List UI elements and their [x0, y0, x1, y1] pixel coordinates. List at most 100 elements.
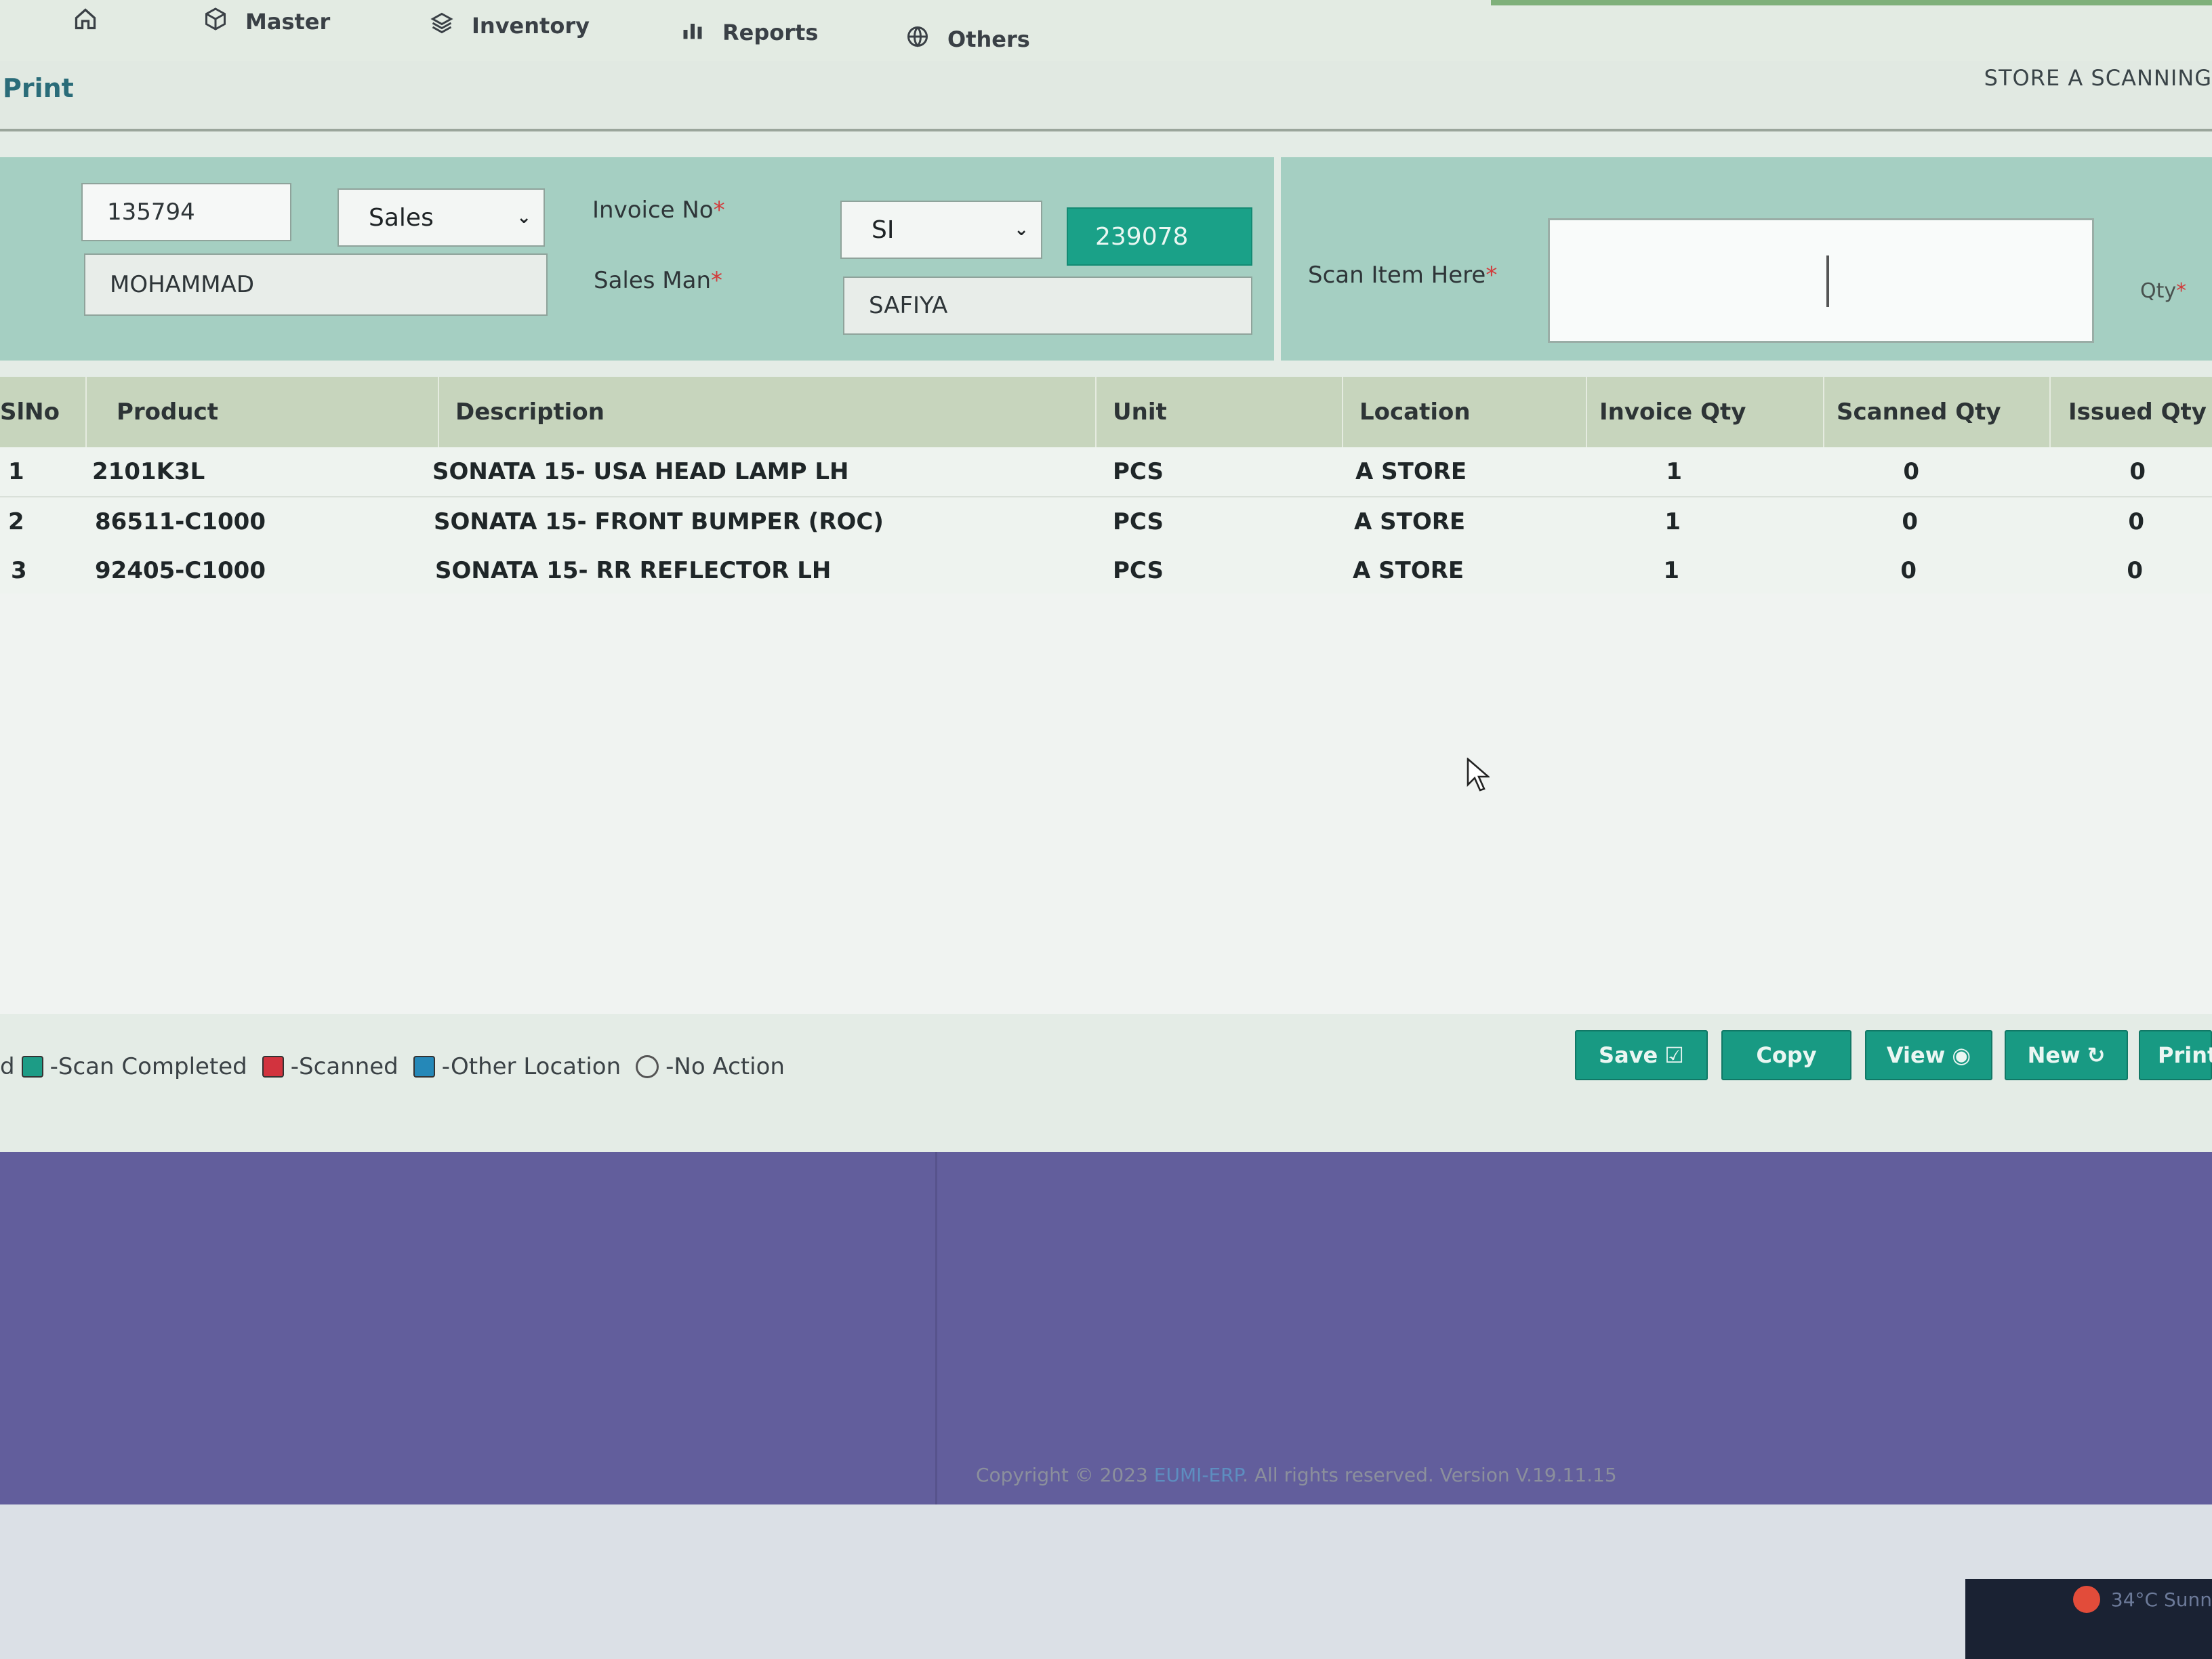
- invoice-no-label: Invoice No*: [592, 197, 725, 224]
- scan-item-label-text: Scan Item Here: [1308, 262, 1486, 289]
- refresh-icon: ↻: [2087, 1042, 2106, 1068]
- chevron-down-icon: ⌄: [516, 207, 531, 228]
- cell-slno: 1: [8, 458, 24, 485]
- cell-description: SONATA 15- RR REFLECTOR LH: [435, 557, 832, 584]
- legend-swatch-scan-completed: [21, 1056, 43, 1078]
- desktop-area: [0, 1504, 2212, 1659]
- cell-unit: PCS: [1113, 557, 1164, 584]
- save-button-label: Save: [1599, 1042, 1658, 1068]
- salesman-input[interactable]: SAFIYA: [843, 276, 1252, 335]
- cell-location: A STORE: [1354, 508, 1466, 535]
- view-button[interactable]: View ◉: [1865, 1030, 1992, 1080]
- cell-issued-qty: 0: [2127, 557, 2143, 584]
- layers-icon: [430, 11, 454, 41]
- cell-location: A STORE: [1353, 557, 1465, 584]
- col-description[interactable]: Description: [439, 377, 1097, 447]
- status-legend: d -Scan Completed -Scanned -Other Locati…: [0, 1053, 785, 1080]
- legend-label-other-location: -Other Location: [441, 1053, 621, 1080]
- footer-band: [0, 1152, 2212, 1504]
- legend-label-scan-completed: -Scan Completed: [49, 1053, 247, 1080]
- cell-description: SONATA 15- USA HEAD LAMP LH: [432, 458, 849, 485]
- nav-home[interactable]: [73, 7, 98, 37]
- customer-name-input[interactable]: MOHAMMAD: [84, 253, 548, 316]
- nav-reports[interactable]: Reports: [680, 18, 818, 47]
- cube-icon: [203, 7, 228, 37]
- nav-inventory[interactable]: Inventory: [430, 11, 590, 41]
- print-button-label: Print: [2158, 1042, 2212, 1068]
- chevron-down-icon: ⌄: [1014, 220, 1029, 240]
- required-mark: *: [711, 267, 723, 294]
- qty-label: Qty*: [2140, 279, 2186, 303]
- nav-master[interactable]: Master: [203, 7, 330, 37]
- required-mark: *: [713, 197, 725, 224]
- print-button[interactable]: Print: [2139, 1030, 2212, 1080]
- cell-unit: PCS: [1113, 508, 1164, 535]
- check-square-icon: ☑: [1664, 1042, 1684, 1068]
- nav-others-label: Others: [947, 26, 1030, 52]
- col-invoice-qty[interactable]: Invoice Qty: [1587, 377, 1824, 447]
- required-mark: *: [2176, 279, 2187, 303]
- required-mark: *: [1486, 262, 1498, 289]
- cell-invoice-qty: 1: [1663, 557, 1679, 584]
- text-caret: [1826, 255, 1829, 307]
- legend-lead-text: d: [0, 1053, 15, 1080]
- nav-inventory-label: Inventory: [472, 13, 590, 39]
- weather-widget[interactable]: 34°C Sunn: [2072, 1586, 2212, 1613]
- copyright-text: Copyright © 2023 EUMI-ERP. All rights re…: [976, 1464, 1617, 1486]
- cell-product: 2101K3L: [92, 458, 205, 485]
- salesman-label: Sales Man*: [594, 267, 722, 294]
- copyright-suffix: . All rights reserved. Version V.19.11.1…: [1242, 1464, 1617, 1486]
- copyright-prefix: Copyright © 2023: [976, 1464, 1148, 1486]
- new-button[interactable]: New ↻: [2005, 1030, 2128, 1080]
- legend-swatch-scanned: [262, 1056, 284, 1078]
- toolbar: Print STORE A SCANNING: [0, 61, 2212, 131]
- footer-divider: [935, 1152, 937, 1504]
- col-location[interactable]: Location: [1343, 377, 1587, 447]
- save-button[interactable]: Save ☑: [1575, 1030, 1708, 1080]
- invoice-no-label-text: Invoice No: [592, 197, 714, 224]
- top-navigation: Master Inventory Reports Others: [0, 0, 2212, 63]
- invoice-prefix-value: SI: [872, 216, 895, 244]
- legend-label-no-action: -No Action: [665, 1053, 785, 1080]
- print-link[interactable]: Print: [3, 73, 74, 103]
- cell-description: SONATA 15- FRONT BUMPER (ROC): [434, 508, 884, 535]
- cell-slno: 3: [11, 557, 27, 584]
- table-row[interactable]: 1 2101K3L SONATA 15- USA HEAD LAMP LH PC…: [0, 447, 2212, 497]
- scan-item-label: Scan Item Here*: [1308, 262, 1497, 289]
- legend-swatch-no-action: [636, 1055, 659, 1078]
- scan-item-input[interactable]: [1548, 218, 2094, 343]
- copy-button[interactable]: Copy: [1721, 1030, 1851, 1080]
- col-slno[interactable]: SlNo: [0, 377, 87, 447]
- invoice-number-field[interactable]: 239078: [1067, 207, 1252, 266]
- cell-invoice-qty: 1: [1666, 458, 1682, 485]
- cell-product: 92405-C1000: [95, 557, 266, 584]
- table-row[interactable]: 2 86511-C1000 SONATA 15- FRONT BUMPER (R…: [0, 497, 2212, 548]
- customer-code-input[interactable]: 135794: [81, 183, 291, 241]
- qty-label-text: Qty: [2140, 279, 2177, 303]
- table-empty-area: [0, 594, 2212, 1014]
- nav-accent-bar: [1491, 0, 2212, 5]
- bar-chart-icon: [680, 18, 705, 47]
- col-unit[interactable]: Unit: [1097, 377, 1343, 447]
- col-issued-qty[interactable]: Issued Qty: [2051, 377, 2212, 447]
- nav-master-label: Master: [245, 9, 331, 35]
- type-select[interactable]: Sales ⌄: [337, 188, 545, 247]
- cell-invoice-qty: 1: [1664, 508, 1681, 535]
- eye-icon: ◉: [1952, 1042, 1971, 1068]
- cell-issued-qty: 0: [2128, 508, 2144, 535]
- nav-reports-label: Reports: [722, 20, 819, 45]
- col-scanned-qty[interactable]: Scanned Qty: [1824, 377, 2051, 447]
- legend-swatch-other-location: [413, 1056, 435, 1078]
- cell-scanned-qty: 0: [1903, 458, 1919, 485]
- table-row[interactable]: 3 92405-C1000 SONATA 15- RR REFLECTOR LH…: [0, 546, 2212, 596]
- cell-issued-qty: 0: [2129, 458, 2146, 485]
- cell-scanned-qty: 0: [1900, 557, 1917, 584]
- cell-product: 86511-C1000: [95, 508, 266, 535]
- weather-text: 34°C Sunn: [2110, 1588, 2212, 1611]
- col-product[interactable]: Product: [87, 377, 439, 447]
- brand-link[interactable]: EUMI-ERP: [1154, 1464, 1242, 1486]
- items-table: SlNo Product Description Unit Location I…: [0, 377, 2212, 596]
- table-header: SlNo Product Description Unit Location I…: [0, 377, 2212, 447]
- invoice-prefix-select[interactable]: SI ⌄: [840, 201, 1042, 259]
- nav-others[interactable]: Others: [905, 24, 1030, 54]
